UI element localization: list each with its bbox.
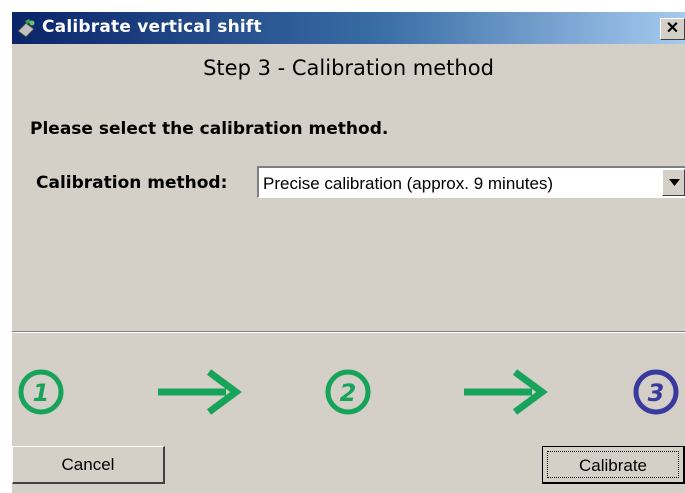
step-heading: Step 3 - Calibration method <box>203 56 494 80</box>
step-2-number: 2 <box>340 379 357 407</box>
calibration-dialog: Calibrate vertical shift ✕ Step 3 - Cali… <box>12 12 685 493</box>
step-progress: 1 2 3 <box>18 369 679 415</box>
calibration-method-value: Precise calibration (approx. 9 minutes) <box>263 174 554 193</box>
step-1-number: 1 <box>33 379 50 407</box>
instruction-text: Please select the calibration method. <box>30 119 389 139</box>
step-1-indicator: 1 <box>18 369 64 415</box>
step-3-indicator: 3 <box>633 369 679 415</box>
app-icon <box>17 19 35 38</box>
arrow-right-icon <box>158 369 242 415</box>
calibration-method-label: Calibration method: <box>36 173 228 193</box>
close-button[interactable]: ✕ <box>660 18 685 40</box>
step-2-indicator: 2 <box>325 369 371 415</box>
calibrate-button[interactable]: Calibrate <box>542 446 685 484</box>
close-icon: ✕ <box>665 20 680 37</box>
cancel-button[interactable]: Cancel <box>12 446 165 484</box>
window-title: Calibrate vertical shift <box>42 17 262 37</box>
calibrate-label: Calibrate <box>547 451 679 478</box>
title-bar[interactable]: Calibrate vertical shift ✕ <box>12 12 685 44</box>
calibration-method-select[interactable]: Precise calibration (approx. 9 minutes) <box>257 166 685 198</box>
arrow-right-icon <box>464 369 548 415</box>
chevron-down-icon <box>669 179 680 186</box>
divider <box>12 331 685 333</box>
dropdown-button[interactable] <box>662 169 685 196</box>
step-3-number: 3 <box>648 379 665 407</box>
